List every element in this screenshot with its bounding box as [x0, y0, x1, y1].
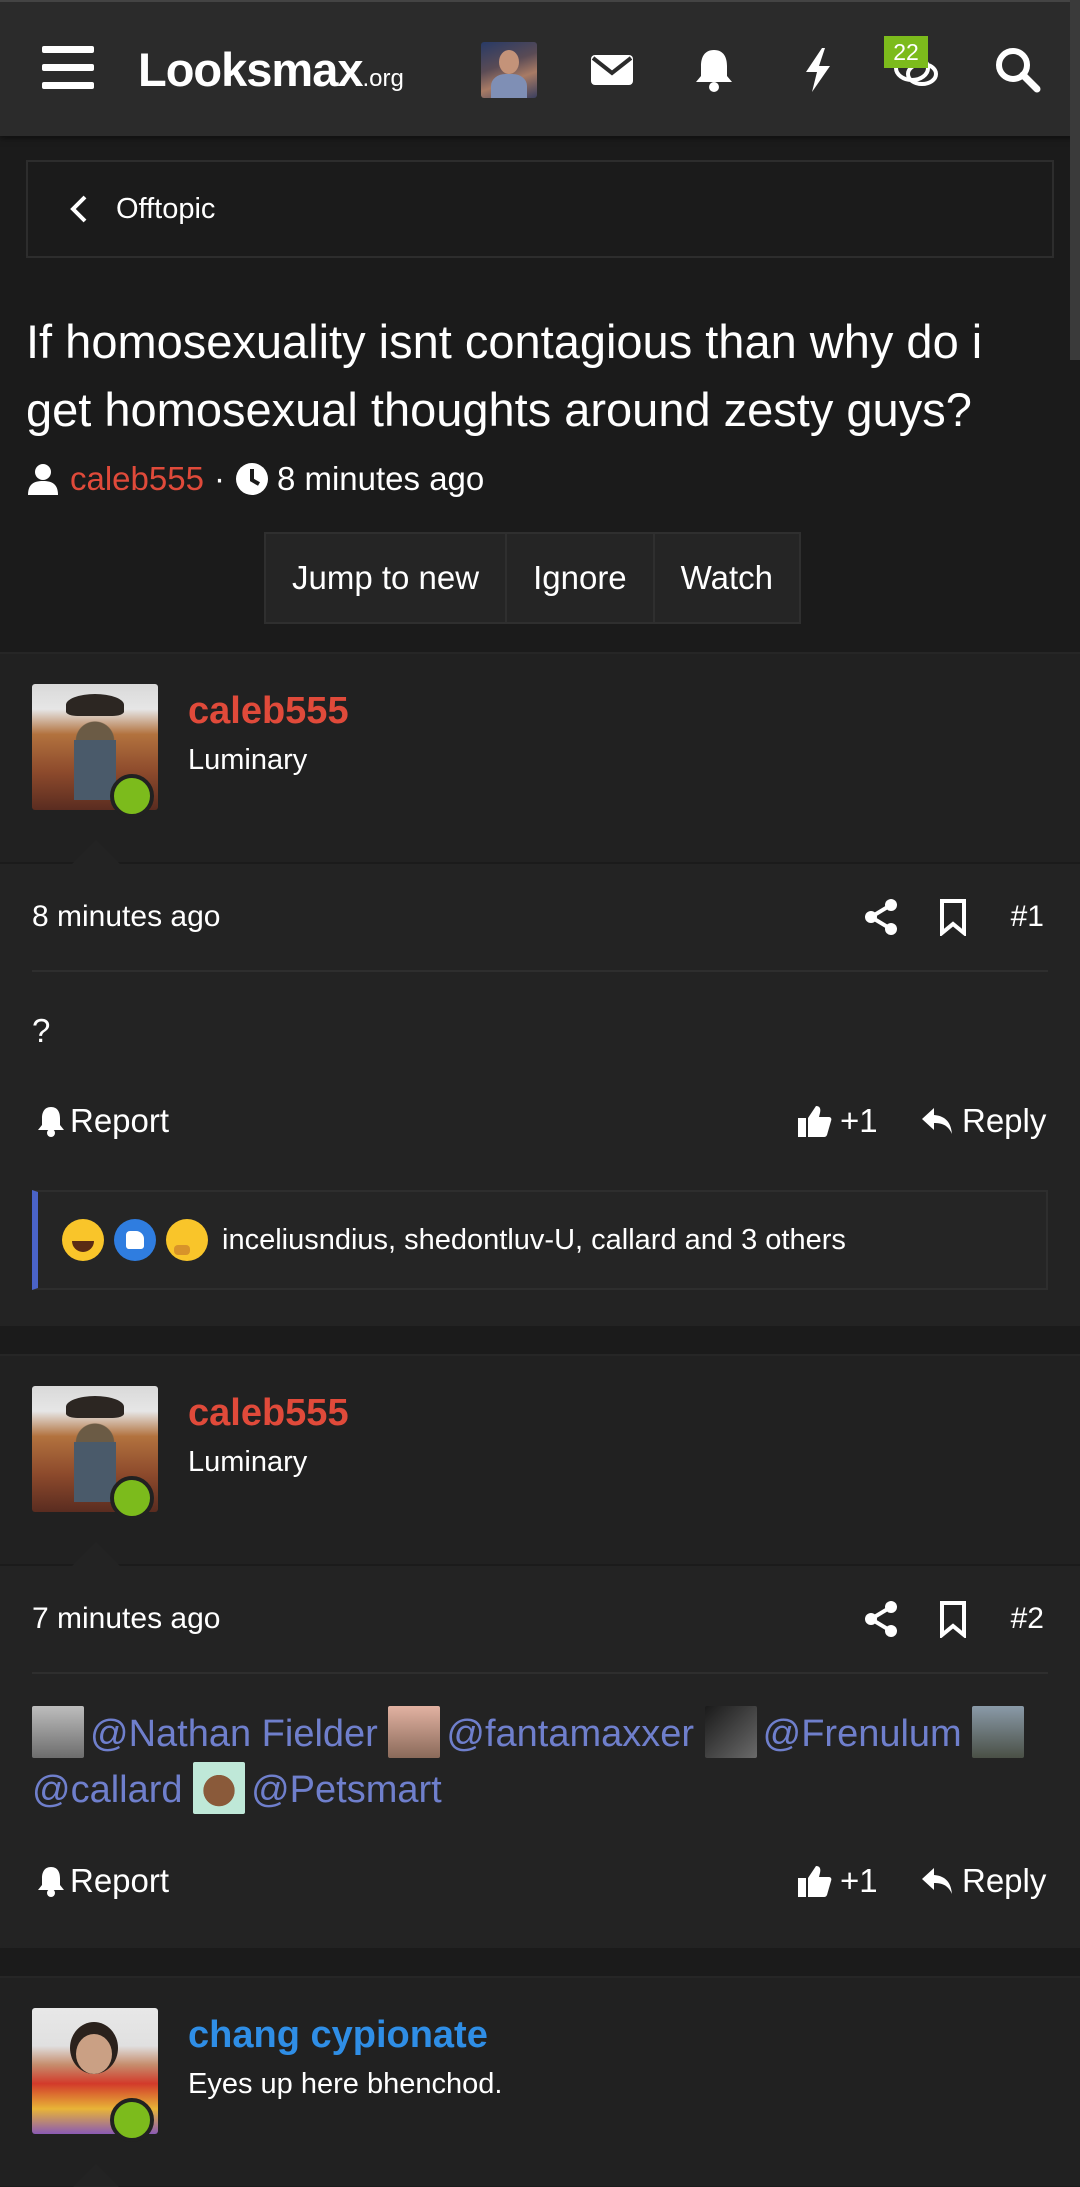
thread-time: 8 minutes ago: [276, 460, 485, 497]
thinking-emoji-icon: [166, 1219, 208, 1261]
thread-actions: Jump to new Ignore Watch: [264, 532, 801, 624]
top-nav-bar: Looksmax.org 22: [0, 0, 1080, 136]
like-button[interactable]: +1: [796, 1862, 878, 1900]
post-user-block: caleb555 Luminary: [0, 1354, 1080, 1566]
post-pointer: [72, 2164, 120, 2187]
ignore-button[interactable]: Ignore: [507, 534, 655, 622]
post-pointer: [72, 1542, 120, 1566]
post-body: 7 minutes ago #2 @Nathan Fielder @fantam…: [0, 1566, 1080, 1948]
lightning-icon[interactable]: [792, 44, 844, 96]
like-label: +1: [840, 1862, 878, 1899]
reply-label: Reply: [962, 1862, 1047, 1899]
reactions-bar[interactable]: inceliusndius, shedontluv-U, callard and…: [32, 1190, 1048, 1290]
post-body: 8 minutes ago #1 ? Report +1 Reply incel…: [0, 864, 1080, 1326]
post-time[interactable]: 7 minutes ago: [32, 1602, 220, 1636]
report-label: Report: [70, 1102, 170, 1139]
post-number[interactable]: #2: [1011, 1602, 1044, 1636]
breadcrumb[interactable]: Offtopic: [26, 160, 1054, 258]
thumbs-up-icon: [798, 1106, 832, 1137]
laughing-emoji-icon: [62, 1219, 104, 1261]
jump-to-new-button[interactable]: Jump to new: [266, 534, 508, 622]
bell-icon[interactable]: [688, 44, 740, 96]
mention-avatar: [388, 1706, 441, 1758]
clock-icon: [235, 463, 268, 495]
report-label: Report: [70, 1862, 170, 1899]
online-indicator: [110, 774, 154, 818]
thread-title: If homosexuality isnt contagious than wh…: [26, 315, 983, 436]
post-username[interactable]: caleb555: [188, 1392, 349, 1435]
post-number[interactable]: #1: [1011, 900, 1044, 934]
post-header: 8 minutes ago #1: [32, 864, 1048, 972]
bell-icon: [38, 1107, 64, 1137]
user-title: Luminary: [188, 744, 308, 776]
post-username[interactable]: chang cypionate: [188, 2014, 488, 2057]
user-icon: [28, 464, 58, 495]
online-indicator: [110, 1476, 154, 1520]
mention-avatar: [193, 1762, 246, 1814]
reply-label: Reply: [962, 1102, 1047, 1139]
like-button[interactable]: +1: [796, 1102, 878, 1140]
post-pointer: [72, 840, 120, 864]
reply-icon: [922, 1108, 952, 1134]
post-username[interactable]: caleb555: [188, 690, 349, 733]
thread-author-link[interactable]: caleb555: [70, 460, 204, 498]
share-icon[interactable]: [864, 1600, 898, 1638]
post-header: 7 minutes ago #2: [32, 1566, 1048, 1674]
mention-link[interactable]: @fantamaxxer: [446, 1713, 694, 1755]
account-avatar[interactable]: [481, 42, 537, 98]
logo-text: Looksmax: [138, 43, 363, 96]
menu-icon[interactable]: [42, 46, 94, 90]
reply-button[interactable]: Reply: [920, 1862, 1046, 1900]
report-button[interactable]: Report: [36, 1862, 169, 1900]
bell-icon: [38, 1867, 64, 1897]
like-label: +1: [840, 1102, 878, 1139]
conversations-badge[interactable]: 22: [884, 36, 928, 68]
mention-link[interactable]: @callard: [32, 1769, 183, 1811]
bookmark-icon[interactable]: [938, 1600, 968, 1638]
report-button[interactable]: Report: [36, 1102, 169, 1140]
thread-meta: caleb555 · 8 minutes ago: [26, 456, 484, 502]
reactions-users[interactable]: inceliusndius, shedontluv-U, callard and…: [222, 1224, 846, 1257]
post-time[interactable]: 8 minutes ago: [32, 900, 220, 934]
mention-link[interactable]: @Petsmart: [251, 1769, 442, 1811]
meta-separator: ·: [213, 460, 225, 497]
thumbs-up-emoji-icon: [114, 1219, 156, 1261]
envelope-icon[interactable]: [586, 44, 638, 96]
user-title: Eyes up here bhenchod.: [188, 2068, 503, 2100]
post-footer: Report +1 Reply: [36, 1862, 1046, 1912]
online-indicator: [110, 2098, 154, 2142]
reply-icon: [922, 1868, 952, 1894]
bookmark-icon[interactable]: [938, 898, 968, 936]
post-content: ?: [32, 1012, 51, 1049]
breadcrumb-label: Offtopic: [116, 192, 216, 225]
search-icon[interactable]: [992, 44, 1044, 96]
page-scrollbar[interactable]: [1070, 0, 1080, 360]
reply-button[interactable]: Reply: [920, 1102, 1046, 1140]
mention-link[interactable]: @Frenulum: [763, 1713, 962, 1755]
post-user-block: chang cypionate Eyes up here bhenchod.: [0, 1976, 1080, 2187]
post-content: @Nathan Fielder @fantamaxxer @Frenulum @…: [32, 1706, 1052, 1818]
mention-avatar: [704, 1706, 757, 1758]
mention-link[interactable]: @Nathan Fielder: [90, 1713, 378, 1755]
post-user-block: caleb555 Luminary: [0, 652, 1080, 864]
post-footer: Report +1 Reply: [36, 1102, 1046, 1152]
chevron-left-icon: [70, 195, 87, 223]
user-title: Luminary: [188, 1446, 308, 1478]
mention-avatar: [32, 1706, 84, 1758]
share-icon[interactable]: [864, 898, 898, 936]
site-logo[interactable]: Looksmax.org: [138, 40, 404, 100]
thumbs-up-icon: [798, 1866, 832, 1897]
logo-suffix: .org: [362, 65, 404, 92]
watch-button[interactable]: Watch: [655, 534, 799, 622]
mention-avatar: [972, 1706, 1025, 1758]
